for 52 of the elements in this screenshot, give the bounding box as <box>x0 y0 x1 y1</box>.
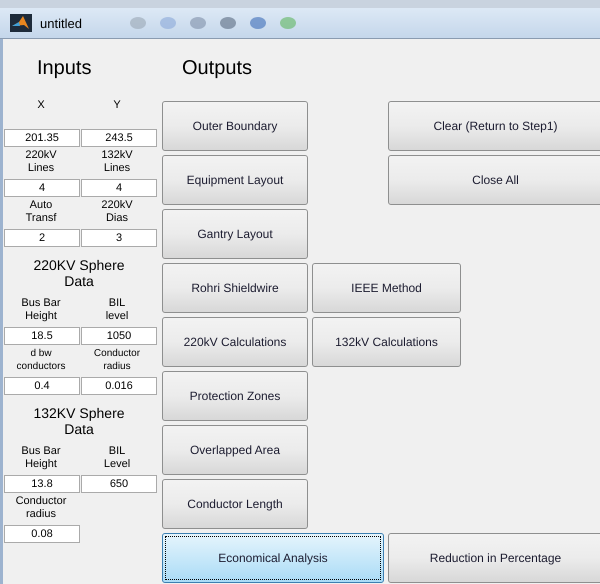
field-label: d bw conductors <box>16 347 66 374</box>
field-label: BIL Level <box>102 444 132 472</box>
input-field[interactable]: 650 <box>81 475 157 493</box>
input-field[interactable]: 4 <box>4 179 80 197</box>
output-button[interactable]: Rohri Shieldwire <box>162 263 308 313</box>
output-button[interactable]: Conductor Length <box>162 479 308 529</box>
field-label: Conductor radius <box>92 347 142 374</box>
field-label: Bus Bar Height <box>20 296 62 324</box>
output-button[interactable]: Overlapped Area <box>162 425 308 475</box>
window-title: untitled <box>40 16 82 30</box>
output-button[interactable]: Protection Zones <box>162 371 308 421</box>
output-button[interactable]: Close All <box>388 155 600 205</box>
field-label: Auto Transf <box>24 198 58 226</box>
group-heading: 132KV Sphere Data <box>32 404 126 439</box>
field-label: 220kV Dias <box>100 198 134 226</box>
toolbar-icon[interactable] <box>130 17 146 29</box>
toolbar-icon[interactable] <box>160 17 176 29</box>
app-icon <box>10 14 32 32</box>
input-field[interactable]: 0.4 <box>4 377 80 395</box>
field-label: Bus Bar Height <box>20 444 62 472</box>
output-button[interactable]: Equipment Layout <box>162 155 308 205</box>
output-button[interactable]: Outer Boundary <box>162 101 308 151</box>
field-label: 220kV Lines <box>24 148 58 176</box>
input-field[interactable]: 1050 <box>81 327 157 345</box>
input-field[interactable]: 201.35 <box>4 129 80 147</box>
toolbar-icon[interactable] <box>220 17 236 29</box>
input-field[interactable]: 13.8 <box>4 475 80 493</box>
toolbar-icon[interactable] <box>280 17 296 29</box>
output-button[interactable]: Reduction in Percentage <box>388 533 600 583</box>
input-field[interactable]: 243.5 <box>81 129 157 147</box>
input-field[interactable]: 4 <box>81 179 157 197</box>
section-title: Inputs <box>37 56 92 80</box>
field-label: Conductor radius <box>14 494 68 522</box>
input-field[interactable]: 0.08 <box>4 525 80 543</box>
section-title: Outputs <box>182 56 252 80</box>
input-field[interactable]: 18.5 <box>4 327 80 345</box>
output-button[interactable]: IEEE Method <box>312 263 461 313</box>
field-label: X <box>36 98 46 113</box>
input-field[interactable]: 2 <box>4 229 80 247</box>
output-button[interactable]: Gantry Layout <box>162 209 308 259</box>
output-button[interactable]: 132kV Calculations <box>312 317 461 367</box>
output-button[interactable]: Economical Analysis <box>162 533 384 583</box>
output-button[interactable]: Clear (Return to Step1) <box>388 101 600 151</box>
input-field[interactable]: 0.016 <box>81 377 157 395</box>
field-label: Y <box>112 98 122 113</box>
field-label: 132kV Lines <box>100 148 134 176</box>
toolbar-icon[interactable] <box>190 17 206 29</box>
toolbar-icon[interactable] <box>250 17 266 29</box>
field-label: BIL level <box>104 296 130 324</box>
input-field[interactable]: 3 <box>81 229 157 247</box>
group-heading: 220KV Sphere Data <box>32 256 126 291</box>
output-button[interactable]: 220kV Calculations <box>162 317 308 367</box>
